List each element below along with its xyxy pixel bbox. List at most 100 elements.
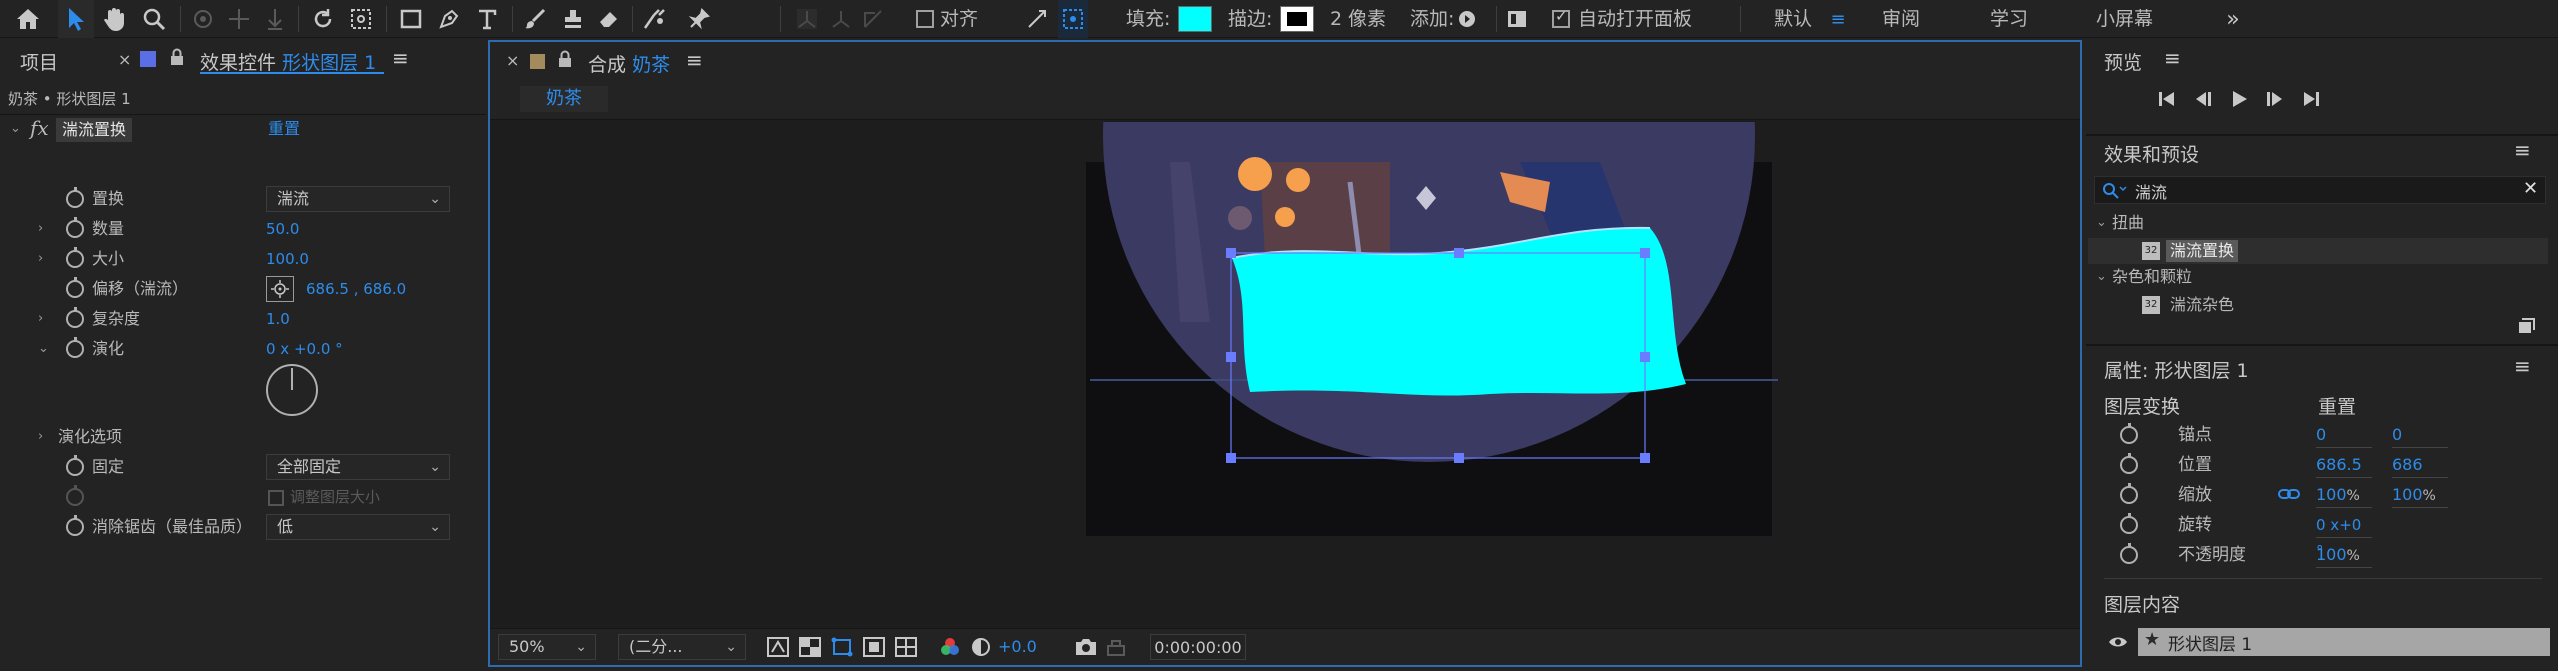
close-tab-icon[interactable]: ×	[118, 50, 131, 69]
auto-open-checkbox[interactable]: ✓	[1548, 0, 1574, 38]
puppet-pin-tool-icon[interactable]	[682, 0, 716, 38]
snap-feature-icon[interactable]	[1058, 0, 1088, 38]
transparency-grid-icon[interactable]	[798, 636, 822, 662]
stopwatch-icon[interactable]	[66, 217, 84, 238]
panel-menu-icon[interactable]: ≡	[2514, 138, 2531, 162]
timecode-display[interactable]: 0:00:00:00	[1150, 634, 1246, 660]
workspace-review[interactable]: 审阅	[1882, 0, 1920, 38]
workspace-menu-icon[interactable]: ≡	[1826, 0, 1850, 38]
home-icon[interactable]	[10, 0, 46, 38]
expand-arrow-icon[interactable]: ›	[38, 244, 50, 274]
panel-layout-icon[interactable]	[1502, 0, 1532, 38]
tab-effect-controls[interactable]: 效果控件 形状图层 1	[200, 48, 376, 75]
stopwatch-icon[interactable]	[66, 337, 84, 358]
view-axis-icon[interactable]	[858, 0, 888, 38]
pen-tool-icon[interactable]	[432, 0, 466, 38]
pan-camera-icon[interactable]	[222, 0, 256, 38]
world-axis-icon[interactable]	[826, 0, 856, 38]
viewer-area[interactable]	[490, 122, 2080, 626]
stopwatch-icon[interactable]	[2120, 423, 2138, 444]
evolution-options-label[interactable]: 演化选项	[58, 422, 122, 452]
transform-reset-link[interactable]: 重置	[2318, 392, 2356, 419]
effect-item-turbulent-noise[interactable]: 湍流杂色	[2170, 290, 2234, 320]
effect-collapse-icon[interactable]: ⌄	[10, 114, 22, 144]
anchor-x-field[interactable]: 0	[2316, 422, 2372, 448]
collapse-arrow-icon[interactable]: ⌄	[38, 334, 50, 364]
lock-icon[interactable]	[170, 48, 184, 70]
snapshot-icon[interactable]	[1074, 636, 1098, 662]
complexity-value[interactable]: 1.0	[266, 304, 290, 334]
effect-item-turbulent-displace[interactable]: 湍流置换	[2166, 240, 2239, 262]
roto-brush-tool-icon[interactable]	[638, 0, 672, 38]
new-bin-icon[interactable]	[2516, 316, 2536, 336]
effect-name[interactable]: 湍流置换	[56, 118, 133, 142]
rotate-tool-icon[interactable]	[306, 0, 340, 38]
group-noise-grain[interactable]: 杂色和颗粒	[2112, 262, 2192, 292]
snap-edges-icon[interactable]	[1022, 0, 1052, 38]
eraser-tool-icon[interactable]	[592, 0, 626, 38]
zoom-tool-icon[interactable]	[136, 0, 172, 38]
effects-search-input[interactable]: 湍流 ✕	[2094, 176, 2546, 204]
panel-menu-icon[interactable]: ≡	[392, 46, 409, 70]
clear-search-icon[interactable]: ✕	[2523, 178, 2538, 199]
position-y-field[interactable]: 686	[2392, 452, 2448, 478]
region-of-interest-icon[interactable]	[862, 636, 886, 662]
stopwatch-icon[interactable]	[66, 515, 84, 536]
fx-icon[interactable]: fx	[30, 116, 49, 140]
group-distort[interactable]: 扭曲	[2112, 208, 2144, 238]
stopwatch-icon[interactable]	[2120, 513, 2138, 534]
type-tool-icon[interactable]	[470, 0, 504, 38]
evolution-dial[interactable]	[266, 364, 318, 416]
rectangle-tool-icon[interactable]	[394, 0, 428, 38]
local-axis-icon[interactable]	[792, 0, 822, 38]
rotation-field[interactable]: 0 x+0 °	[2316, 512, 2372, 560]
expand-arrow-icon[interactable]: ›	[38, 214, 50, 244]
clone-stamp-tool-icon[interactable]	[556, 0, 590, 38]
resolution-dropdown[interactable]: (二分... ⌄	[618, 634, 746, 660]
stroke-color-swatch[interactable]	[1280, 6, 1314, 32]
pinning-dropdown[interactable]: 全部固定 ⌄	[266, 454, 450, 480]
evolution-value[interactable]: 0 x +0.0 °	[266, 334, 343, 364]
stopwatch-icon[interactable]	[2120, 543, 2138, 564]
tab-composition[interactable]: 合成 奶茶	[588, 50, 670, 77]
snapping-checkbox[interactable]	[912, 0, 938, 38]
panel-menu-icon[interactable]: ≡	[2164, 46, 2181, 70]
selection-tool-icon[interactable]	[58, 0, 94, 38]
crosshair-icon[interactable]	[266, 276, 294, 302]
fill-color-swatch[interactable]	[1178, 6, 1212, 32]
stopwatch-icon[interactable]	[66, 187, 84, 208]
more-workspaces-icon[interactable]: »	[2218, 0, 2248, 38]
stroke-width-value[interactable]: 2	[1330, 0, 1342, 38]
scale-x-value[interactable]: 100	[2316, 485, 2347, 504]
anchor-y-field[interactable]: 0	[2392, 422, 2448, 448]
close-tab-icon[interactable]: ×	[506, 51, 519, 70]
last-frame-icon[interactable]	[2300, 88, 2322, 114]
position-x-field[interactable]: 686.5	[2316, 452, 2372, 478]
stopwatch-icon[interactable]	[66, 247, 84, 268]
previous-frame-icon[interactable]	[2192, 88, 2214, 114]
grid-guides-icon[interactable]	[894, 636, 918, 662]
dolly-camera-icon[interactable]	[258, 0, 292, 38]
workspace-default[interactable]: 默认	[1774, 0, 1812, 38]
fast-preview-icon[interactable]	[766, 636, 790, 662]
add-menu-icon[interactable]	[1456, 0, 1478, 38]
lock-icon[interactable]	[558, 50, 572, 72]
opacity-value[interactable]: 100	[2316, 545, 2347, 564]
effect-reset-link[interactable]: 重置	[268, 114, 300, 144]
workspace-small-screen[interactable]: 小屏幕	[2096, 0, 2153, 38]
stopwatch-icon[interactable]	[2120, 483, 2138, 504]
anchor-point-tool-icon[interactable]	[344, 0, 378, 38]
stroke-label[interactable]: 描边:	[1228, 0, 1272, 38]
stopwatch-icon[interactable]	[66, 307, 84, 328]
panel-menu-icon[interactable]: ≡	[686, 48, 703, 72]
play-icon[interactable]	[2228, 88, 2250, 114]
mask-visibility-icon[interactable]	[830, 636, 854, 662]
brush-tool-icon[interactable]	[518, 0, 552, 38]
displace-dropdown[interactable]: 湍流 ⌄	[266, 186, 450, 212]
stopwatch-icon[interactable]	[66, 455, 84, 476]
scale-y-value[interactable]: 100	[2392, 485, 2423, 504]
panel-menu-icon[interactable]: ≡	[2514, 354, 2531, 378]
first-frame-icon[interactable]	[2156, 88, 2178, 114]
collapse-arrow-icon[interactable]: ⌄	[2096, 208, 2108, 238]
next-frame-icon[interactable]	[2264, 88, 2286, 114]
